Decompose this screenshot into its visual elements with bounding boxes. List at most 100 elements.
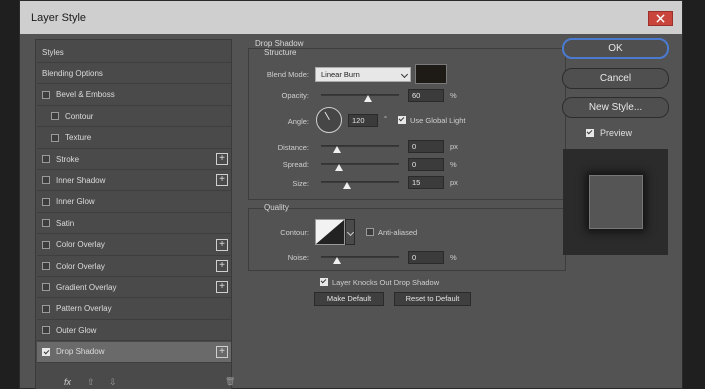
opacity-slider[interactable] [321,94,399,96]
add-style-icon[interactable]: + [216,153,228,165]
style-item-checkbox[interactable] [42,90,50,99]
add-style-icon[interactable]: + [216,174,228,187]
style-item-label: Drop Shadow [56,347,105,357]
style-preview [563,149,668,255]
style-item-checkbox[interactable] [42,155,50,163]
style-item-checkbox[interactable] [51,112,59,121]
fx-icon[interactable]: fx [64,377,71,387]
style-item-checkbox[interactable] [51,133,59,142]
preview-swatch [589,175,643,229]
spread-label: Spread: [282,160,309,169]
angle-unit: ° [384,114,387,123]
drop-shadow-panel: Drop Shadow Structure Blend Mode: Linear… [241,39,567,389]
style-item-gradient-overlay[interactable]: Gradient Overlay + [37,277,231,299]
spread-slider-thumb[interactable] [335,164,343,171]
style-item-label: Inner Shadow [56,175,106,185]
size-label: Size: [292,179,309,188]
noise-slider-thumb[interactable] [333,257,341,264]
distance-label: Distance: [277,143,309,152]
angle-dial[interactable] [316,107,342,133]
styles-list: fx ⇧ ⇩ 🗑 Styles Blending Options Bevel & E… [35,39,235,389]
style-item-label: Satin [56,218,75,228]
move-down-icon[interactable]: ⇩ [109,377,117,388]
distance-input[interactable]: 0 [408,140,444,153]
style-item-checkbox[interactable] [42,304,50,313]
layer-knocks-out-checkbox[interactable] [320,278,328,286]
use-global-light-label: Use Global Light [410,116,466,125]
style-item-checkbox[interactable] [42,197,50,206]
style-item-drop-shadow[interactable]: Drop Shadow + [37,341,231,363]
blend-mode-value: Linear Burn [321,70,360,79]
style-item-label: Gradient Overlay [56,282,117,292]
style-item-checkbox[interactable] [42,219,50,228]
noise-unit: % [450,253,457,262]
reset-to-default-button[interactable]: Reset to Default [394,292,471,306]
style-item-styles[interactable]: Styles [37,42,231,63]
opacity-input[interactable]: 60 [408,89,444,102]
size-slider-thumb[interactable] [343,182,351,189]
style-item-inner-glow[interactable]: Inner Glow [37,192,231,213]
opacity-unit: % [450,91,457,100]
shadow-color-swatch[interactable] [415,64,447,84]
opacity-slider-thumb[interactable] [363,95,372,102]
style-item-satin[interactable]: Satin [37,213,231,235]
new-style-button[interactable]: New Style... [562,97,669,118]
preview-checkbox[interactable] [586,129,594,137]
blend-mode-select[interactable]: Linear Burn [315,67,411,82]
size-unit: px [450,178,458,187]
style-item-label: Bevel & Emboss [56,90,115,100]
style-item-checkbox[interactable] [42,326,50,335]
style-item-label: Color Overlay [56,261,105,271]
style-item-blending-options[interactable]: Blending Options [37,63,231,85]
add-style-icon[interactable]: + [216,281,228,294]
linear-contour-icon [316,220,344,244]
style-item-label: Inner Glow [56,197,95,207]
style-item-outer-glow[interactable]: Outer Glow [37,320,231,342]
spread-slider[interactable] [321,163,399,165]
cancel-button[interactable]: Cancel [562,68,669,89]
style-item-stroke[interactable]: Stroke + [37,149,231,170]
use-global-light-checkbox[interactable] [398,116,406,124]
style-item-pattern-overlay[interactable]: Pattern Overlay [37,299,231,320]
style-item-bevel-emboss[interactable]: Bevel & Emboss [37,85,231,106]
add-style-icon[interactable]: + [216,345,228,358]
style-item-checkbox[interactable] [42,176,50,185]
styles-list-toolbar: fx ⇧ ⇩ 🗑 [36,375,235,389]
style-item-inner-shadow[interactable]: Inner Shadow + [37,170,231,192]
preview-toggle[interactable]: Preview [586,128,632,138]
size-slider[interactable] [321,181,399,183]
anti-aliased-checkbox[interactable] [366,228,374,236]
size-input[interactable]: 15 [408,176,444,189]
close-button[interactable] [648,11,673,26]
add-style-icon[interactable]: + [216,260,228,272]
add-style-icon[interactable]: + [216,238,228,251]
style-item-checkbox[interactable] [42,240,50,249]
dialog-title: Layer Style [31,12,87,24]
style-item-checkbox[interactable] [42,347,50,356]
layer-knocks-out-label: Layer Knocks Out Drop Shadow [332,278,440,287]
angle-input[interactable]: 120 [348,114,378,127]
move-up-icon[interactable]: ⇧ [87,377,95,388]
style-item-color-overlay[interactable]: Color Overlay + [37,235,231,256]
angle-label: Angle: [287,117,309,126]
style-item-color-overlay[interactable]: Color Overlay + [37,256,231,277]
preview-label: Preview [600,128,633,138]
spread-input[interactable]: 0 [408,158,444,171]
style-item-texture[interactable]: Texture [37,128,231,149]
distance-slider-thumb[interactable] [333,146,341,153]
style-item-checkbox[interactable] [42,283,50,292]
anti-aliased-label: Anti-aliased [378,228,418,237]
ok-button[interactable]: OK [562,38,669,59]
style-item-label: Stroke [56,154,80,164]
style-item-checkbox[interactable] [42,262,50,270]
style-item-contour[interactable]: Contour [37,106,231,128]
style-item-label: Styles [42,47,64,57]
layer-style-dialog: Layer Style fx ⇧ ⇩ 🗑 Styles Blending Opti… [19,0,683,389]
noise-input[interactable]: 0 [408,251,444,264]
contour-picker[interactable] [315,219,345,245]
make-default-button[interactable]: Make Default [314,292,384,306]
trash-icon[interactable]: 🗑 [225,377,235,386]
contour-dropdown[interactable] [345,219,355,245]
chevron-down-icon [400,70,409,79]
spread-unit: % [450,160,457,169]
